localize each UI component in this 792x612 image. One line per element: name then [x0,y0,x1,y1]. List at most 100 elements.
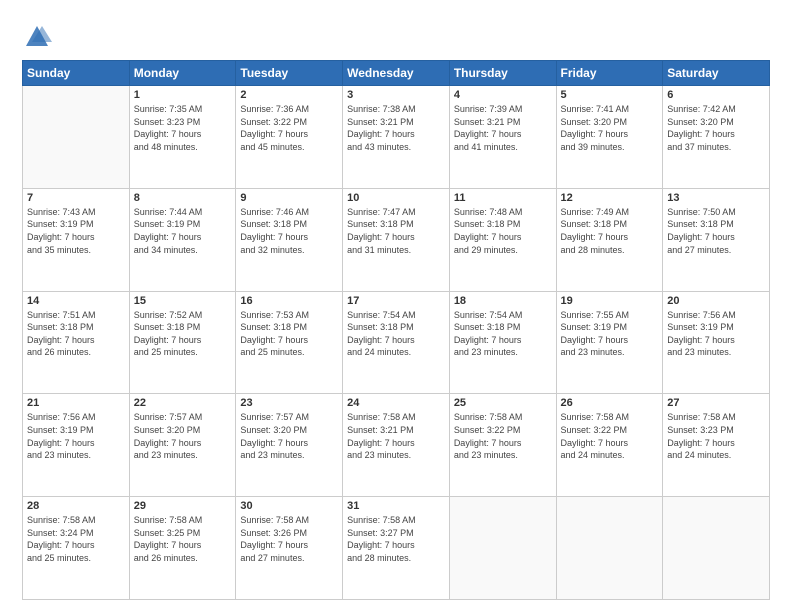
header-row: SundayMondayTuesdayWednesdayThursdayFrid… [23,61,770,86]
day-cell: 29 Sunrise: 7:58 AM Sunset: 3:25 PM Dayli… [129,497,236,600]
day-cell: 11 Sunrise: 7:48 AM Sunset: 3:18 PM Dayli… [449,188,556,291]
day-number: 16 [240,295,338,307]
day-cell: 2 Sunrise: 7:36 AM Sunset: 3:22 PM Daylig… [236,86,343,189]
day-cell [556,497,663,600]
day-info: Sunrise: 7:57 AM Sunset: 3:20 PM Dayligh… [134,411,232,461]
day-number: 29 [134,500,232,512]
day-cell: 15 Sunrise: 7:52 AM Sunset: 3:18 PM Dayli… [129,291,236,394]
day-cell: 1Sunrise: 7:35 AM Sunset: 3:23 PM Daylig… [129,86,236,189]
calendar-table: SundayMondayTuesdayWednesdayThursdayFrid… [22,60,770,600]
day-info: Sunrise: 7:46 AM Sunset: 3:18 PM Dayligh… [240,206,338,256]
day-header: Friday [556,61,663,86]
day-number: 31 [347,500,445,512]
week-row: 7 Sunrise: 7:43 AM Sunset: 3:19 PM Daylig… [23,188,770,291]
day-info: Sunrise: 7:42 AM Sunset: 3:20 PM Dayligh… [667,103,765,153]
day-number: 27 [667,397,765,409]
day-number: 22 [134,397,232,409]
day-header: Wednesday [343,61,450,86]
day-info: Sunrise: 7:43 AM Sunset: 3:19 PM Dayligh… [27,206,125,256]
day-number: 13 [667,192,765,204]
day-cell: 28 Sunrise: 7:58 AM Sunset: 3:24 PM Dayli… [23,497,130,600]
day-info: Sunrise: 7:53 AM Sunset: 3:18 PM Dayligh… [240,309,338,359]
day-number: 28 [27,500,125,512]
day-number: 4 [454,89,552,101]
week-row: 21Sunrise: 7:56 AM Sunset: 3:19 PM Dayli… [23,394,770,497]
day-info: Sunrise: 7:58 AM Sunset: 3:24 PM Dayligh… [27,514,125,564]
day-info: Sunrise: 7:38 AM Sunset: 3:21 PM Dayligh… [347,103,445,153]
day-number: 5 [561,89,659,101]
day-cell: 6Sunrise: 7:42 AM Sunset: 3:20 PM Daylig… [663,86,770,189]
day-number: 8 [134,192,232,204]
day-cell: 14Sunrise: 7:51 AM Sunset: 3:18 PM Dayli… [23,291,130,394]
day-cell [663,497,770,600]
day-info: Sunrise: 7:50 AM Sunset: 3:18 PM Dayligh… [667,206,765,256]
day-cell: 19Sunrise: 7:55 AM Sunset: 3:19 PM Dayli… [556,291,663,394]
day-info: Sunrise: 7:35 AM Sunset: 3:23 PM Dayligh… [134,103,232,153]
day-info: Sunrise: 7:48 AM Sunset: 3:18 PM Dayligh… [454,206,552,256]
day-cell: 31Sunrise: 7:58 AM Sunset: 3:27 PM Dayli… [343,497,450,600]
day-number: 19 [561,295,659,307]
day-number: 17 [347,295,445,307]
day-info: Sunrise: 7:58 AM Sunset: 3:23 PM Dayligh… [667,411,765,461]
day-info: Sunrise: 7:39 AM Sunset: 3:21 PM Dayligh… [454,103,552,153]
day-number: 11 [454,192,552,204]
day-cell: 21Sunrise: 7:56 AM Sunset: 3:19 PM Dayli… [23,394,130,497]
day-number: 15 [134,295,232,307]
day-header: Sunday [23,61,130,86]
day-number: 18 [454,295,552,307]
day-info: Sunrise: 7:58 AM Sunset: 3:25 PM Dayligh… [134,514,232,564]
day-number: 26 [561,397,659,409]
day-info: Sunrise: 7:49 AM Sunset: 3:18 PM Dayligh… [561,206,659,256]
day-cell: 25 Sunrise: 7:58 AM Sunset: 3:22 PM Dayli… [449,394,556,497]
day-cell: 5 Sunrise: 7:41 AM Sunset: 3:20 PM Daylig… [556,86,663,189]
day-info: Sunrise: 7:47 AM Sunset: 3:18 PM Dayligh… [347,206,445,256]
day-cell: 27 Sunrise: 7:58 AM Sunset: 3:23 PM Dayli… [663,394,770,497]
day-info: Sunrise: 7:58 AM Sunset: 3:21 PM Dayligh… [347,411,445,461]
day-header: Thursday [449,61,556,86]
day-header: Tuesday [236,61,343,86]
day-cell: 17 Sunrise: 7:54 AM Sunset: 3:18 PM Dayli… [343,291,450,394]
day-cell: 20 Sunrise: 7:56 AM Sunset: 3:19 PM Dayli… [663,291,770,394]
day-info: Sunrise: 7:56 AM Sunset: 3:19 PM Dayligh… [667,309,765,359]
day-cell: 9 Sunrise: 7:46 AM Sunset: 3:18 PM Daylig… [236,188,343,291]
day-number: 10 [347,192,445,204]
day-cell: 23 Sunrise: 7:57 AM Sunset: 3:20 PM Dayli… [236,394,343,497]
header [22,18,770,52]
day-number: 20 [667,295,765,307]
day-cell: 30Sunrise: 7:58 AM Sunset: 3:26 PM Dayli… [236,497,343,600]
day-info: Sunrise: 7:58 AM Sunset: 3:22 PM Dayligh… [454,411,552,461]
day-cell: 13 Sunrise: 7:50 AM Sunset: 3:18 PM Dayli… [663,188,770,291]
day-cell: 24Sunrise: 7:58 AM Sunset: 3:21 PM Dayli… [343,394,450,497]
day-header: Monday [129,61,236,86]
day-cell: 8 Sunrise: 7:44 AM Sunset: 3:19 PM Daylig… [129,188,236,291]
day-header: Saturday [663,61,770,86]
day-cell: 12 Sunrise: 7:49 AM Sunset: 3:18 PM Dayli… [556,188,663,291]
week-row: 28 Sunrise: 7:58 AM Sunset: 3:24 PM Dayli… [23,497,770,600]
day-info: Sunrise: 7:52 AM Sunset: 3:18 PM Dayligh… [134,309,232,359]
day-info: Sunrise: 7:41 AM Sunset: 3:20 PM Dayligh… [561,103,659,153]
day-cell: 10 Sunrise: 7:47 AM Sunset: 3:18 PM Dayli… [343,188,450,291]
day-info: Sunrise: 7:44 AM Sunset: 3:19 PM Dayligh… [134,206,232,256]
day-cell: 4 Sunrise: 7:39 AM Sunset: 3:21 PM Daylig… [449,86,556,189]
page: SundayMondayTuesdayWednesdayThursdayFrid… [0,0,792,612]
day-info: Sunrise: 7:51 AM Sunset: 3:18 PM Dayligh… [27,309,125,359]
day-number: 7 [27,192,125,204]
day-info: Sunrise: 7:36 AM Sunset: 3:22 PM Dayligh… [240,103,338,153]
day-info: Sunrise: 7:58 AM Sunset: 3:22 PM Dayligh… [561,411,659,461]
day-cell: 7 Sunrise: 7:43 AM Sunset: 3:19 PM Daylig… [23,188,130,291]
day-number: 30 [240,500,338,512]
day-cell: 26 Sunrise: 7:58 AM Sunset: 3:22 PM Dayli… [556,394,663,497]
day-info: Sunrise: 7:54 AM Sunset: 3:18 PM Dayligh… [347,309,445,359]
day-number: 23 [240,397,338,409]
day-number: 25 [454,397,552,409]
day-number: 21 [27,397,125,409]
week-row: 14Sunrise: 7:51 AM Sunset: 3:18 PM Dayli… [23,291,770,394]
day-cell: 18Sunrise: 7:54 AM Sunset: 3:18 PM Dayli… [449,291,556,394]
day-cell [23,86,130,189]
day-number: 3 [347,89,445,101]
day-number: 9 [240,192,338,204]
day-cell: 3 Sunrise: 7:38 AM Sunset: 3:21 PM Daylig… [343,86,450,189]
day-number: 2 [240,89,338,101]
day-info: Sunrise: 7:57 AM Sunset: 3:20 PM Dayligh… [240,411,338,461]
day-number: 12 [561,192,659,204]
